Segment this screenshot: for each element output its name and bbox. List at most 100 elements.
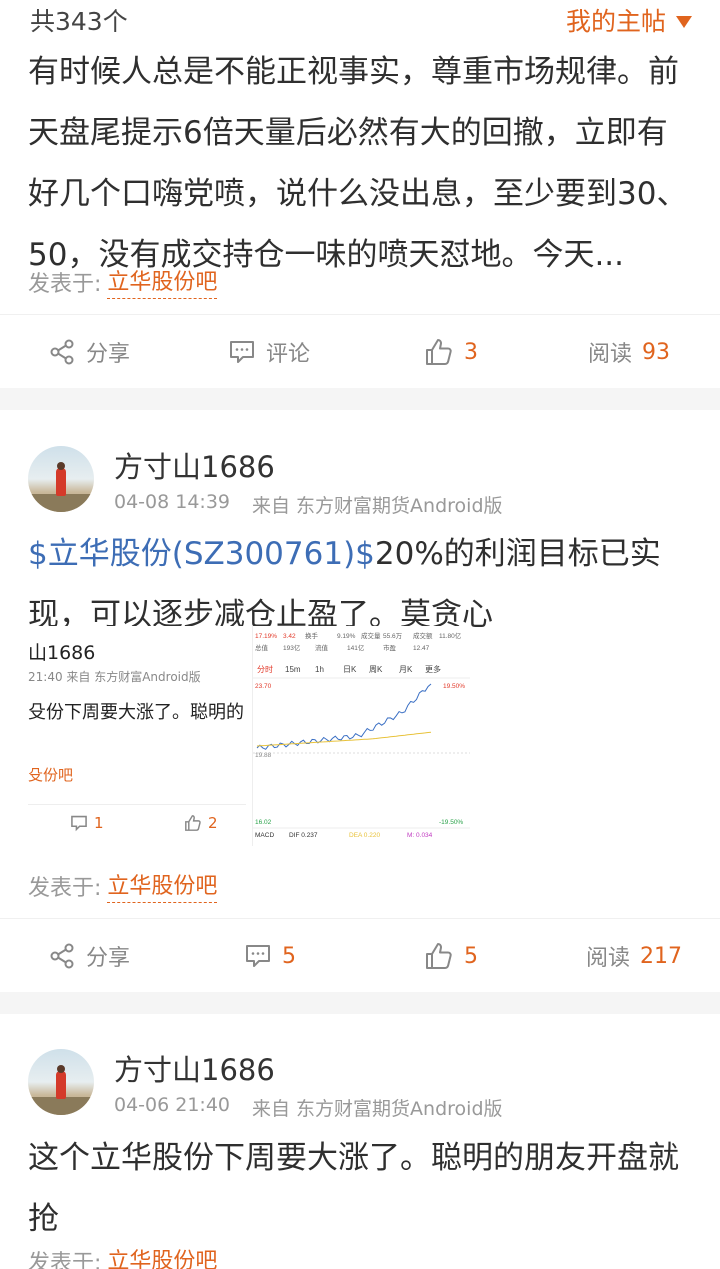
image-like-count: 2 — [208, 813, 218, 832]
avatar[interactable] — [28, 1049, 94, 1115]
post-text[interactable]: 这个立华股份下周要大涨了。聪明的朋友开盘就抢 — [28, 1128, 694, 1250]
read-label: 阅读 — [588, 342, 633, 367]
share-icon — [50, 943, 74, 969]
like-count: 3 — [464, 339, 478, 365]
chart-tab: 日K — [343, 665, 357, 674]
read-label: 阅读 — [586, 946, 631, 971]
avatar-rock — [28, 1097, 94, 1115]
avatar-rock — [28, 494, 94, 512]
avatar-figure — [56, 1071, 66, 1099]
posted-label: 发表于: — [28, 875, 102, 901]
bar-link[interactable]: 立华股份吧 — [107, 868, 218, 903]
share-button[interactable]: 分享 — [48, 919, 130, 993]
chart-stat: 17.19% — [255, 633, 277, 640]
top-bar: 共343个 我的主帖 — [0, 0, 720, 40]
post-source: 来自 东方财富期货Android版 — [252, 495, 503, 517]
share-label: 分享 — [86, 946, 131, 971]
image-bar: 殳份吧 — [28, 766, 74, 784]
avatar-figure — [56, 468, 66, 496]
chart-tab: 更多 — [425, 664, 441, 674]
chart-stat: 193亿 — [283, 643, 301, 652]
thumbs-up-icon — [426, 339, 452, 365]
my-posts-label: 我的主帖 — [565, 7, 666, 36]
image-meta: 21:40 来自 东方财富Android版 — [28, 670, 201, 684]
chart-stat: 55.6万 — [383, 632, 403, 640]
like-button[interactable]: 3 — [424, 315, 478, 389]
chart-stat: 11.80亿 — [439, 631, 462, 640]
chart-top-price: 23.70 — [255, 683, 272, 690]
chart-stat: 换手 — [305, 631, 319, 640]
image-like: 2 — [184, 814, 218, 832]
comment-icon — [71, 815, 87, 831]
chart-m: M: 0.034 — [407, 832, 433, 839]
avatar[interactable] — [28, 446, 94, 512]
posted-in: 发表于: 立华股份吧 — [28, 264, 218, 299]
comment-icon — [230, 341, 254, 363]
chart-stat: 3.42 — [283, 633, 296, 640]
read-count: 阅读 217 — [586, 919, 682, 993]
chart-top-pct: 19.50% — [443, 683, 465, 690]
image-text: 殳份下周要大涨了。聪明的 — [28, 702, 244, 723]
thumbs-up-icon — [426, 943, 452, 969]
chart-stat: 9.19% — [337, 633, 356, 640]
bar-link[interactable]: 立华股份吧 — [107, 264, 218, 299]
avatar-head — [57, 462, 65, 470]
chart-tab: 15m — [285, 665, 301, 674]
chart-bottom-price: 16.02 — [255, 819, 272, 826]
comment-button[interactable]: 评论 — [228, 315, 310, 389]
post-time: 04-06 21:40 — [114, 1094, 231, 1116]
comment-count: 5 — [282, 943, 296, 969]
posted-label: 发表于: — [28, 271, 102, 297]
chart-tab: 分时 — [257, 664, 273, 674]
chart-macd-label: MACD — [255, 832, 274, 839]
like-count: 5 — [464, 943, 478, 969]
chart-dif: DIF 0.237 — [289, 832, 318, 839]
share-button[interactable]: 分享 — [48, 315, 130, 389]
stock-link[interactable]: $立华股份(SZ300761)$ — [28, 536, 375, 572]
image-username: 山1686 — [28, 642, 96, 664]
post-meta: 04-06 21:40 来自 东方财富期货Android版 — [114, 1094, 503, 1121]
posted-in: 发表于: 立华股份吧 — [28, 868, 218, 903]
post-meta: 04-08 14:39 来自 东方财富期货Android版 — [114, 491, 503, 518]
chart-avg-line — [256, 731, 432, 747]
like-button[interactable]: 5 — [424, 919, 478, 993]
post-actions: 分享 5 5 阅读 217 — [0, 918, 720, 992]
read-count: 阅读 93 — [588, 315, 670, 389]
post-separator — [0, 992, 720, 1014]
read-number: 217 — [640, 943, 683, 969]
post-text[interactable]: 有时候人总是不能正视事实，尊重市场规律。前天盘尾提示6倍天量后必然有大的回撤，立… — [28, 42, 694, 286]
read-number: 93 — [642, 339, 671, 365]
post-image[interactable]: 山1686 21:40 来自 东方财富Android版 殳份下周要大涨了。聪明的… — [28, 626, 470, 846]
caret-down-icon — [676, 16, 692, 28]
post-separator — [0, 388, 720, 410]
image-chart-panel: 17.19% 3.42 换手 9.19% 成交量 55.6万 成交额 11.80亿 总值 193亿… — [252, 626, 470, 846]
chart-stat: 总值 — [255, 643, 269, 652]
post-source: 来自 东方财富期货Android版 — [252, 1098, 503, 1120]
posted-in: 发表于: 立华股份吧 — [28, 1243, 217, 1269]
comment-button[interactable]: 5 — [244, 919, 296, 993]
chart-dea: DEA 0.220 — [349, 832, 380, 839]
post-count: 共343个 — [30, 7, 128, 36]
chart-tab: 周K — [369, 665, 383, 674]
chart-bottom-pct: -19.50% — [439, 819, 463, 826]
image-comment-count: 1 — [94, 813, 104, 832]
comment-label: 评论 — [266, 342, 311, 367]
chart-tab: 月K — [399, 665, 413, 674]
chart-stat: 市盈 — [383, 643, 397, 652]
username[interactable]: 方寸山1686 — [114, 1047, 275, 1089]
chart-stat: 12.47 — [413, 645, 430, 652]
bar-link[interactable]: 立华股份吧 — [107, 1243, 217, 1269]
image-actions: 1 2 — [28, 804, 246, 840]
image-comment: 1 — [70, 814, 104, 832]
chart-tab: 1h — [315, 665, 324, 674]
post-time: 04-08 14:39 — [114, 491, 231, 513]
my-posts-dropdown[interactable]: 我的主帖 — [566, 2, 692, 38]
post-actions: 分享 评论 3 阅读 93 — [0, 314, 720, 388]
username[interactable]: 方寸山1686 — [114, 444, 275, 486]
image-left-panel: 山1686 21:40 来自 东方财富Android版 殳份下周要大涨了。聪明的… — [28, 626, 248, 846]
posted-label: 发表于: — [28, 1250, 102, 1269]
chart-stat: 141亿 — [347, 643, 365, 652]
avatar-head — [57, 1065, 65, 1073]
chart-stat: 流值 — [315, 643, 329, 652]
stock-chart: 17.19% 3.42 换手 9.19% 成交量 55.6万 成交额 11.80亿总值 193亿… — [253, 631, 470, 839]
